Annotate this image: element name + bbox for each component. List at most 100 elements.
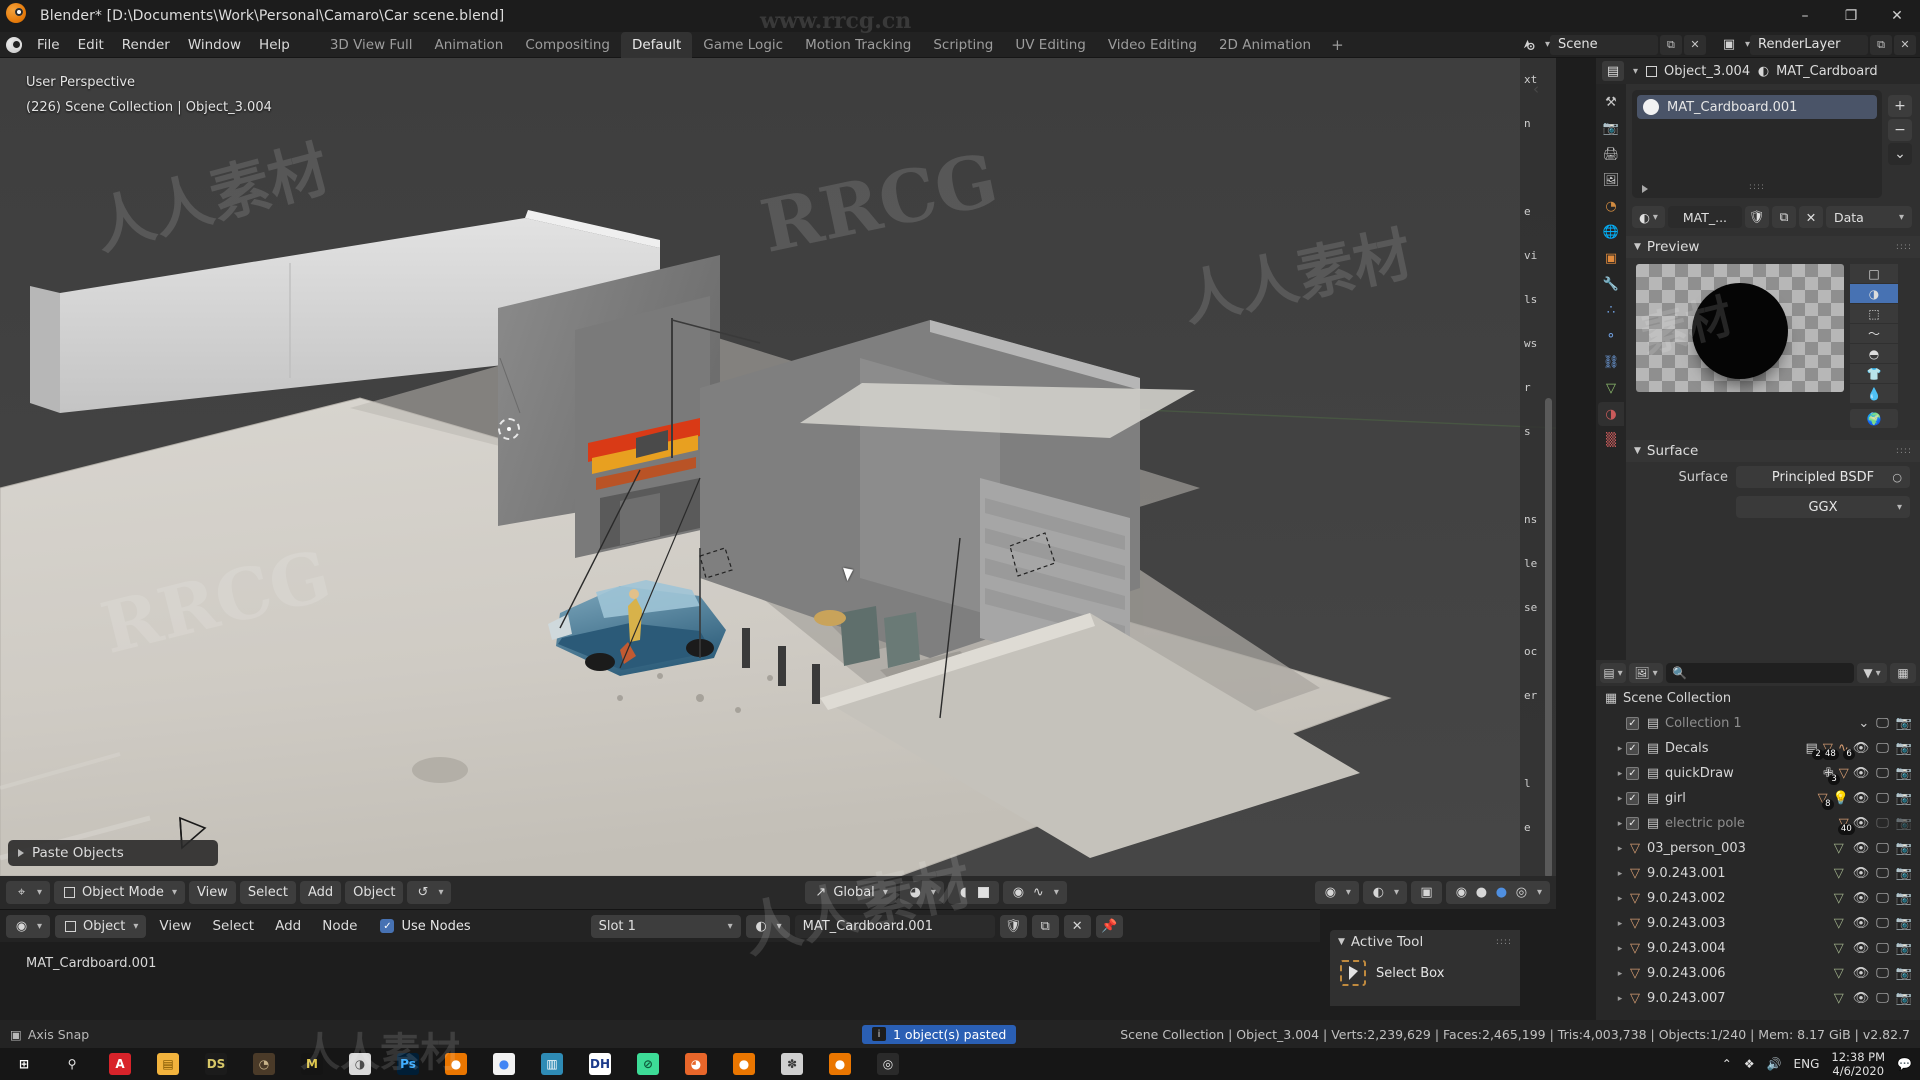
active-tool-header[interactable]: ▼ Active Tool :::: <box>1330 930 1520 954</box>
taskbar-start-button[interactable]: ⊞ <box>0 1048 48 1080</box>
view-layer-field[interactable]: RenderLayer <box>1750 34 1868 55</box>
eye-icon[interactable]: 👁 <box>1853 816 1870 831</box>
view-layer-browse-icon[interactable]: ▣ <box>1716 37 1742 52</box>
taskbar-blender-2[interactable]: ● <box>720 1048 768 1080</box>
clock[interactable]: 12:38 PM 4/6/2020 <box>1831 1050 1885 1078</box>
surface-shader-value[interactable]: Principled BSDF ○ <box>1736 466 1910 488</box>
taskbar-zbrush[interactable]: ◔ <box>240 1048 288 1080</box>
properties-tab-world[interactable]: 🌐 <box>1598 220 1624 244</box>
monitor-icon[interactable]: 🖵 <box>1876 816 1889 831</box>
outliner-checkbox[interactable]: ✓ <box>1626 717 1639 730</box>
taskbar-pdf-app[interactable]: A <box>96 1048 144 1080</box>
menu-edit[interactable]: Edit <box>69 34 113 56</box>
material-slot-item[interactable]: MAT_Cardboard.001 <box>1637 95 1877 119</box>
monitor-icon[interactable]: 🖵 <box>1876 916 1889 931</box>
new-collection-button[interactable]: ▦ <box>1890 663 1916 683</box>
menu-file[interactable]: File <box>28 34 69 56</box>
add-workspace-button[interactable]: + <box>1322 33 1353 57</box>
eye-icon[interactable]: 👁 <box>1853 966 1870 981</box>
taskbar-dh-app[interactable]: DH <box>576 1048 624 1080</box>
preview-shape-hair[interactable]: 〜 <box>1850 324 1898 343</box>
node-menu-view[interactable]: View <box>151 915 199 937</box>
taskbar-firefox[interactable]: ◕ <box>672 1048 720 1080</box>
monitor-icon[interactable]: 🖵 <box>1876 791 1889 806</box>
outliner-checkbox[interactable]: ✓ <box>1626 792 1639 805</box>
eye-icon[interactable]: 👁 <box>1853 866 1870 881</box>
new-scene-button[interactable]: ⧉ <box>1659 34 1682 55</box>
curve-icon[interactable]: ∿ <box>1031 885 1046 900</box>
taskbar-substance[interactable]: ◑ <box>336 1048 384 1080</box>
unlink-datablock-button[interactable]: ✕ <box>1798 206 1823 228</box>
outliner-row[interactable]: ▸ ▽ 03_person_003 ▽ 👁 🖵 📷 <box>1596 836 1920 861</box>
workspace-tab-game-logic[interactable]: Game Logic <box>692 32 794 58</box>
camera-icon[interactable]: 📷 <box>1896 941 1912 956</box>
outliner-row[interactable]: ▸ ▽ 9.0.243.003 ▽ 👁 🖵 📷 <box>1596 911 1920 936</box>
scene-name-field[interactable]: Scene <box>1549 34 1658 55</box>
workspace-tab-motion-tracking[interactable]: Motion Tracking <box>794 32 922 58</box>
new-material-button[interactable]: ⧉ <box>1771 206 1796 228</box>
fake-user-button[interactable]: 🛡 <box>999 914 1027 938</box>
surface-panel-header[interactable]: ▼ Surface :::: <box>1626 440 1920 462</box>
distribution-value[interactable]: GGX ▾ <box>1736 496 1910 518</box>
expand-triangle-icon[interactable]: ▸ <box>1614 944 1626 954</box>
taskbar-file-explorer[interactable]: ▤ <box>144 1048 192 1080</box>
preview-shape-cube[interactable]: ⬚ <box>1850 304 1898 323</box>
eye-icon[interactable]: 👁 <box>1853 916 1870 931</box>
view3d-menu-select[interactable]: Select <box>239 881 296 904</box>
shading-wireframe-icon[interactable]: ◉ <box>1454 885 1469 900</box>
properties-tab-object[interactable]: ▣ <box>1598 246 1624 270</box>
camera-icon[interactable]: 📷 <box>1896 916 1912 931</box>
transform-orientation-selector[interactable]: ↗ Global ▾ <box>805 881 896 904</box>
active-tool-row[interactable]: Select Box <box>1330 954 1520 992</box>
monitor-icon[interactable]: 🖵 <box>1876 841 1889 856</box>
eye-icon[interactable]: 👁 <box>1853 891 1870 906</box>
camera-icon[interactable]: 📷 <box>1896 791 1912 806</box>
properties-tab-material[interactable]: ◑ <box>1598 402 1624 426</box>
xray-icon[interactable]: ◉ <box>1011 885 1026 900</box>
material-slot-list[interactable]: MAT_Cardboard.001 :::: + − ⌄ <box>1632 90 1912 198</box>
properties-tab-data[interactable]: ▽ <box>1598 376 1624 400</box>
scene-x-button[interactable]: ✕ <box>1683 34 1706 55</box>
view3d-menu-object[interactable]: Object <box>345 881 404 904</box>
expand-triangle-icon[interactable]: ▸ <box>1614 919 1626 929</box>
shader-editor-type-selector[interactable]: ◉ ▾ <box>6 914 51 938</box>
blender-menu-icon[interactable] <box>0 36 28 53</box>
properties-tab-physics[interactable]: ⚬ <box>1598 324 1624 348</box>
properties-tab-view-layer[interactable]: 🖼 <box>1598 168 1624 192</box>
taskbar-teal-app[interactable]: ⊘ <box>624 1048 672 1080</box>
breadcrumb-material[interactable]: ◐ MAT_Cardboard <box>1756 64 1878 79</box>
monitor-icon[interactable]: 🖵 <box>1876 991 1889 1006</box>
duplicate-material-button[interactable]: ⧉ <box>1031 914 1059 938</box>
minimize-button[interactable]: – <box>1782 0 1828 32</box>
node-menu-add[interactable]: Add <box>267 915 309 937</box>
outliner-row[interactable]: ▸ ✓ ▤ girl ▽ 8 💡 👁 🖵 📷 <box>1596 786 1920 811</box>
expand-triangle-icon[interactable]: ▸ <box>1614 894 1626 904</box>
outliner-filter-button[interactable]: ▼ ▾ <box>1857 663 1887 683</box>
workspace-tab-2d-animation[interactable]: 2D Animation <box>1208 32 1322 58</box>
sidebar-scrollbar[interactable] <box>1545 398 1552 876</box>
add-material-slot-button[interactable]: + <box>1888 95 1912 117</box>
preview-panel-header[interactable]: ▼ Preview :::: <box>1626 236 1920 258</box>
notification-icon[interactable]: 💬 <box>1897 1057 1912 1071</box>
camera-icon[interactable]: 📷 <box>1896 866 1912 881</box>
eye-icon[interactable]: 👁 <box>1853 841 1870 856</box>
eye-icon[interactable]: ⌄ <box>1858 716 1869 731</box>
proportional-edit-toggle[interactable]: ◖ <box>947 881 999 904</box>
preview-shape-cloth[interactable]: 👕 <box>1850 364 1898 383</box>
workspace-tab-uv-editing[interactable]: UV Editing <box>1004 32 1096 58</box>
outliner-row[interactable]: ▸ ▽ 9.0.243.007 ▽ 👁 🖵 📷 <box>1596 986 1920 1011</box>
workspace-tab-3d-view-full[interactable]: 3D View Full <box>319 32 424 58</box>
show-gizmo-toggle[interactable]: ◉ ▾ <box>1314 881 1359 904</box>
expand-triangle-icon[interactable]: ▸ <box>1614 819 1626 829</box>
outliner-row[interactable]: ▸ ▽ 9.0.243.002 ▽ 👁 🖵 📷 <box>1596 886 1920 911</box>
view-layer-x-button[interactable]: ✕ <box>1894 34 1916 55</box>
outliner-root-row[interactable]: ▦ Scene Collection <box>1596 686 1920 711</box>
expand-triangle-icon[interactable]: ▸ <box>1614 844 1626 854</box>
editor-type-selector[interactable]: ⌖ ▾ <box>6 881 51 904</box>
camera-icon[interactable]: 📷 <box>1896 841 1912 856</box>
xray-toggle[interactable]: ▣ <box>1410 881 1442 904</box>
monitor-icon[interactable]: 🖵 <box>1876 891 1889 906</box>
node-menu-select[interactable]: Select <box>204 915 262 937</box>
fake-user-shield-button[interactable]: 🛡 <box>1744 206 1769 228</box>
dropbox-icon[interactable]: ❖ <box>1744 1057 1755 1071</box>
